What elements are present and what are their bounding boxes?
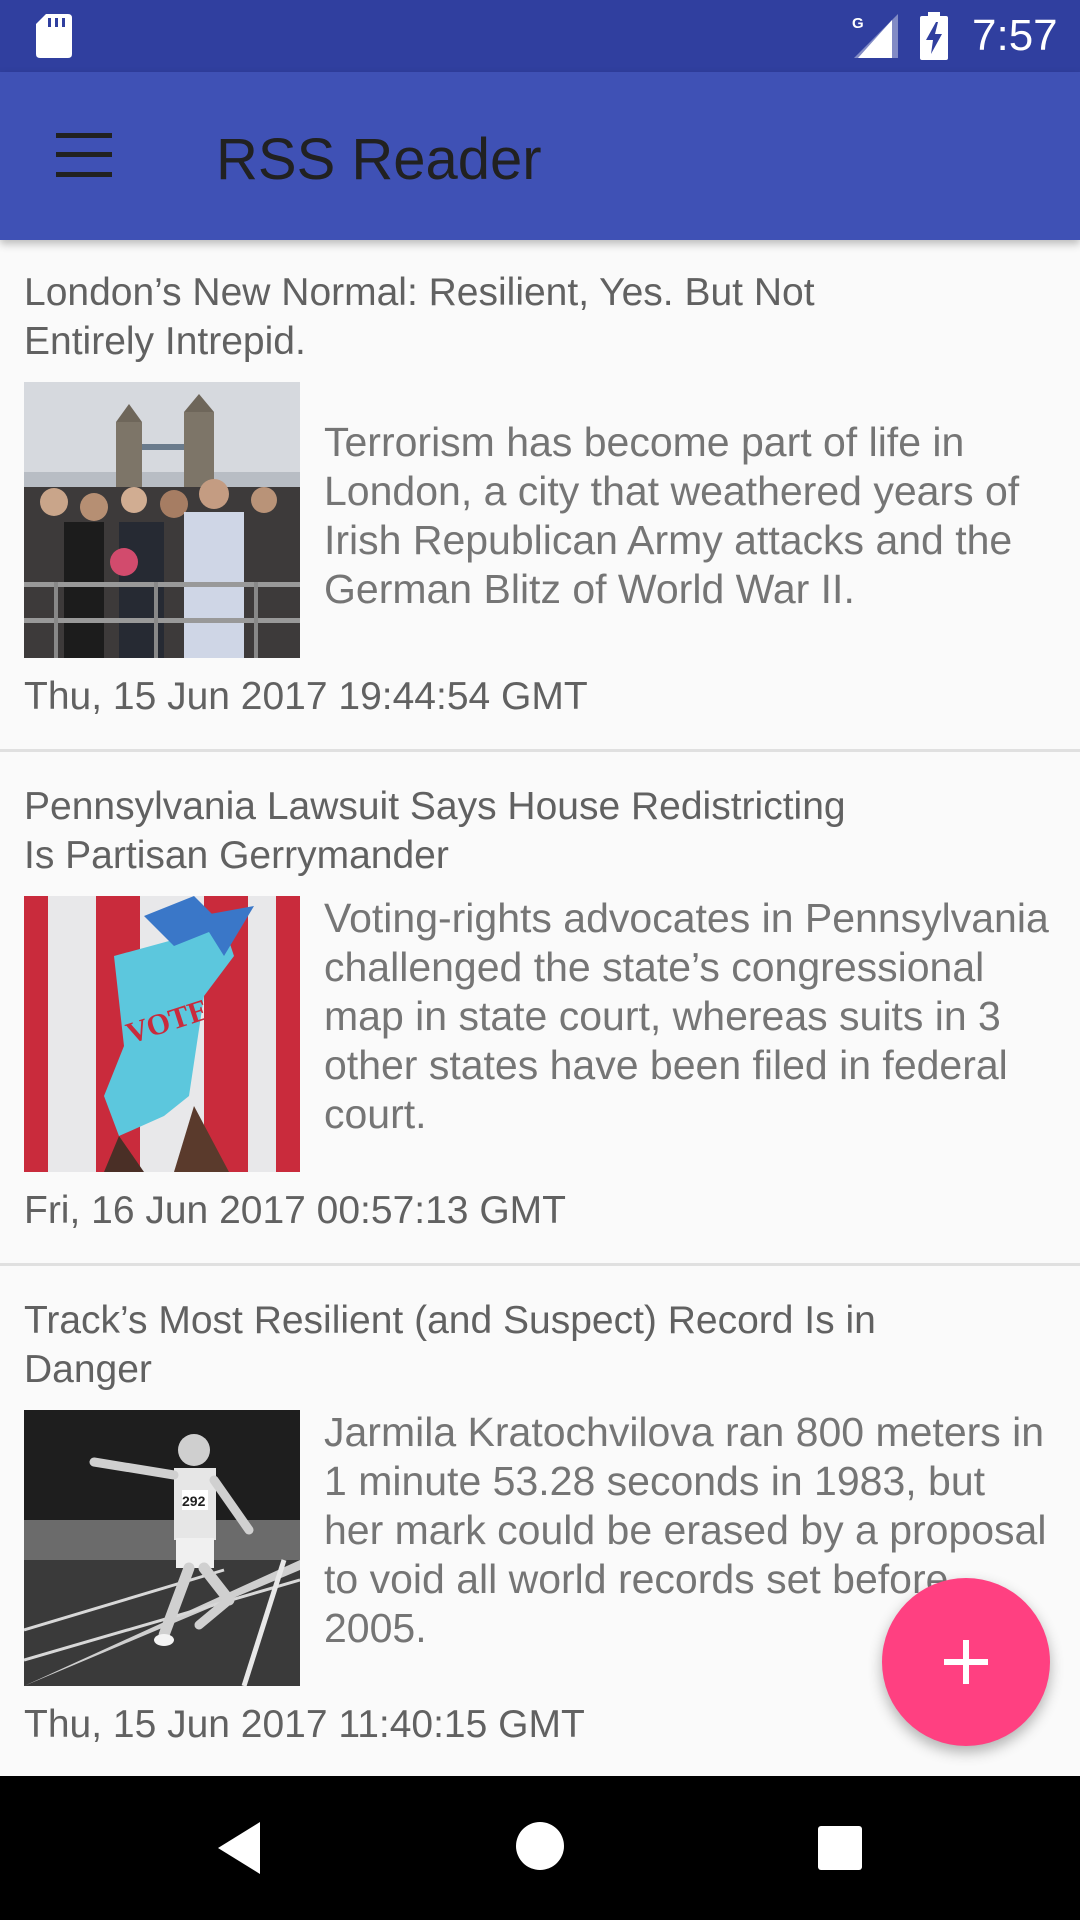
- article-date: Fri, 16 Jun 2017 00:57:13 GMT: [24, 1189, 566, 1232]
- article-thumbnail: VOTE: [24, 896, 300, 1172]
- recents-icon[interactable]: [818, 1826, 862, 1870]
- article-date: Thu, 15 Jun 2017 11:40:15 GMT: [24, 1703, 585, 1746]
- status-clock: 7:57: [972, 11, 1058, 60]
- signal-icon: G: [852, 14, 898, 58]
- battery-charging-icon: [920, 12, 948, 60]
- article-card[interactable]: London’s New Normal: Resilient, Yes. But…: [0, 240, 1080, 752]
- hamburger-menu-icon[interactable]: [56, 133, 112, 177]
- article-title: Track’s Most Resilient (and Suspect) Rec…: [24, 1299, 876, 1391]
- sd-card-icon: [36, 14, 72, 58]
- article-card[interactable]: Pennsylvania Lawsuit Says House Redistri…: [0, 754, 1080, 1266]
- article-description: Voting-rights advocates in Pennsylvania …: [324, 895, 1049, 1137]
- article-description: Terrorism has become part of life in Lon…: [324, 419, 1020, 612]
- article-list[interactable]: London’s New Normal: Resilient, Yes. But…: [0, 240, 1080, 1776]
- svg-text:292: 292: [182, 1493, 206, 1509]
- add-feed-button[interactable]: [882, 1578, 1050, 1746]
- app-title: RSS Reader: [216, 127, 542, 192]
- article-thumbnail: [24, 382, 300, 658]
- app-bar: RSS Reader: [0, 72, 1080, 240]
- article-title: Pennsylvania Lawsuit Says House Redistri…: [24, 785, 846, 877]
- back-icon[interactable]: [214, 1822, 264, 1874]
- home-icon[interactable]: [516, 1822, 564, 1870]
- status-bar: G 7:57: [0, 0, 1080, 72]
- article-title: London’s New Normal: Resilient, Yes. But…: [24, 271, 815, 363]
- article-date: Thu, 15 Jun 2017 19:44:54 GMT: [24, 675, 588, 718]
- plus-icon: [944, 1640, 988, 1684]
- article-thumbnail: 292: [24, 1410, 300, 1686]
- network-type-label: G: [852, 15, 864, 32]
